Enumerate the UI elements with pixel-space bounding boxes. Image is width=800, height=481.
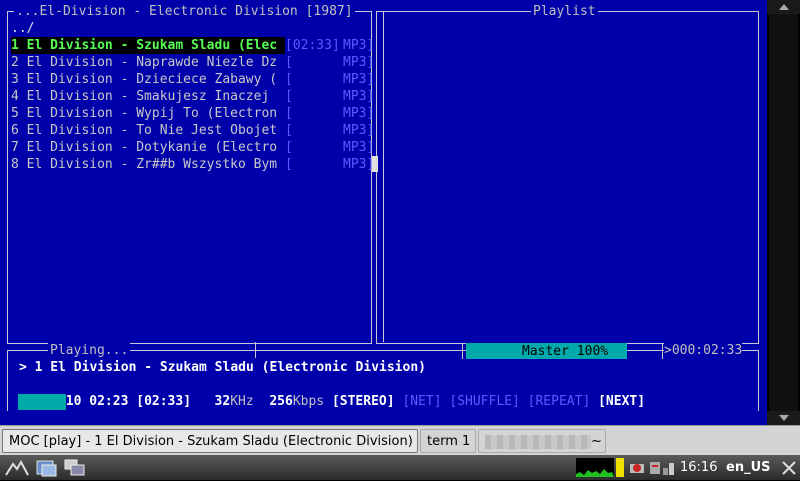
total-time: >000:02:33: [664, 342, 743, 359]
track-time: [02:33]: [285, 38, 340, 53]
track-time: [: [285, 89, 293, 104]
start-menu-icon[interactable]: [4, 458, 30, 477]
track-format: MP3]: [343, 72, 375, 87]
window-list-bar: MOC [play] - 1 El Division - Szukam Slad…: [0, 425, 800, 456]
system-panel: 16:16 en_US: [0, 455, 800, 480]
parent-dir-item[interactable]: ../: [11, 20, 34, 37]
task-term1[interactable]: term 1: [420, 429, 476, 453]
track-time: [: [285, 106, 293, 121]
memory-monitor-icon: [616, 458, 624, 477]
logout-icon[interactable]: [780, 458, 798, 477]
track-row[interactable]: 5 El Division - Wypij To (Electron [ MP3]: [11, 105, 374, 122]
network-icon[interactable]: [662, 458, 676, 477]
mixer-label: Master 100%: [522, 344, 609, 359]
track-row[interactable]: 6 El Division - To Nie Jest Obojet [ MP3]: [11, 122, 374, 139]
track-name: 5 El Division - Wypij To (Electron: [11, 106, 278, 121]
track-row[interactable]: 7 El Division - Dotykanie (Electro [ MP3]: [11, 139, 374, 156]
task-home-label: ~: [591, 434, 602, 449]
track-name: 4 El Division - Smakujesz Inaczej: [11, 89, 278, 104]
terminal-window[interactable]: ...El-Division - Electronic Division [19…: [0, 0, 767, 425]
track-row[interactable]: 8 El Division - Zr##b Wszystko Bym[MP3]: [11, 156, 374, 173]
task-home[interactable]: ~: [478, 429, 606, 453]
track-row[interactable]: 3 El Division - Dzieciece Zabawy ( [ MP3]: [11, 71, 374, 88]
track-time: [: [285, 157, 293, 172]
track-name: 8 El Division - Zr##b Wszystko Bym: [11, 157, 278, 172]
tray-icon-1[interactable]: [628, 458, 646, 477]
track-format: MP3]: [343, 123, 375, 138]
browser-scroll-indicator[interactable]: [372, 156, 378, 172]
keyboard-layout[interactable]: en_US: [726, 458, 771, 477]
playlist-title: Playlist: [531, 3, 598, 20]
track-row[interactable]: 2 El Division - Naprawde Niezle Dz [ MP3]: [11, 54, 374, 71]
pane-divider: [383, 11, 384, 342]
track-format: MP3]: [343, 89, 375, 104]
track-time: [: [285, 140, 293, 155]
progress-track[interactable]: [18, 394, 755, 410]
track-time: [: [285, 72, 293, 87]
task-moc-label: MOC [play] - 1 El Division - Szukam Slad…: [9, 434, 413, 449]
track-format: MP3]: [343, 106, 375, 121]
tray-icon-2[interactable]: [648, 458, 662, 477]
track-name: 7 El Division - Dotykanie (Electro: [11, 140, 278, 155]
track-name: 2 El Division - Naprawde Niezle Dz: [11, 55, 278, 70]
now-playing-title: > 1 El Division - Szukam Sladu (Electron…: [19, 360, 426, 375]
track-format: MP3]: [343, 140, 375, 155]
track-name: 1 El Division - Szukam Sladu (Elec: [11, 37, 285, 54]
track-time: [: [285, 55, 293, 70]
play-state: Playing...: [48, 342, 131, 359]
playlist-pane[interactable]: Playlist: [376, 3, 759, 344]
clock[interactable]: 16:16: [680, 458, 717, 477]
track-format: MP3]: [343, 55, 375, 70]
scroll-down-button[interactable]: [767, 411, 800, 425]
task-moc[interactable]: MOC [play] - 1 El Division - Szukam Slad…: [2, 429, 418, 453]
mixer-bracket-right: [662, 343, 663, 359]
scroll-up-button[interactable]: [767, 0, 800, 14]
cpu-monitor-icon: [576, 458, 614, 477]
mixer-bar[interactable]: Master 100%: [466, 343, 627, 359]
progress-fill: [18, 394, 66, 410]
track-time: [: [285, 123, 293, 138]
track-row[interactable]: 4 El Division - Smakujesz Inaczej [ MP3]: [11, 88, 374, 105]
terminal-scrollbar[interactable]: [767, 0, 800, 425]
track-format: MP3]: [343, 38, 375, 53]
track-row[interactable]: 1 El Division - Szukam Sladu (Elec [02:33…: [11, 37, 374, 54]
mixer-bracket-left: [462, 343, 463, 359]
browser-title: ...El-Division - Electronic Division [19…: [14, 3, 355, 20]
show-desktop-icon[interactable]: [64, 458, 86, 477]
status-top-blank: [255, 342, 256, 358]
scroll-thumb[interactable]: [769, 14, 798, 411]
track-name: 3 El Division - Dzieciece Zabawy (: [11, 72, 278, 87]
task-term1-label: term 1: [427, 434, 471, 449]
track-name: 6 El Division - To Nie Jest Obojet: [11, 123, 278, 138]
blurred-hostname: [485, 434, 591, 449]
file-manager-icon[interactable]: [36, 458, 58, 477]
